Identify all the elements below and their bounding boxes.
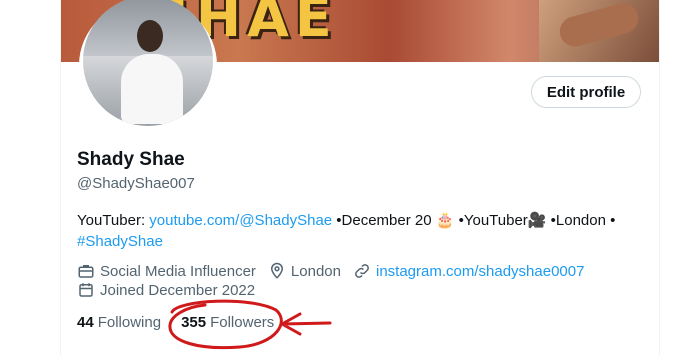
link-icon [355,264,369,278]
calendar-icon [79,283,93,297]
profile-name: Shady Shae [77,149,185,170]
following-link[interactable]: 44 Following [77,314,161,331]
avatar-frame [79,0,217,130]
profile-meta-row-1: Social Media Influencer London instagram… [77,262,596,280]
meta-website-link[interactable]: instagram.com/shadyshae0007 [376,263,584,280]
banner-artwork [539,0,659,62]
bio-details: •December 20 🎂 •YouTuber🎥 •London • [332,212,616,229]
meta-joined: Joined December 2022 [77,281,255,299]
followers-link[interactable]: 355 Followers [181,314,274,331]
right-gutter [659,0,675,355]
meta-location: London [268,262,341,280]
briefcase-icon [78,265,94,278]
bio-hashtag-link[interactable]: #ShadyShae [77,233,163,250]
bio-youtube-link[interactable]: youtube.com/@ShadyShae [149,212,332,229]
bio-prefix: YouTuber: [77,212,150,229]
edit-profile-button[interactable]: Edit profile [531,76,641,108]
followers-count: 355 [181,314,207,331]
profile-bio: YouTuber: youtube.com/@ShadyShae •Decemb… [77,210,647,252]
followers-label: Followers [210,314,275,331]
profile-meta-row-2: Joined December 2022 [77,281,267,299]
location-pin-icon [270,262,283,279]
meta-joined-text: Joined December 2022 [100,281,256,299]
left-gutter [0,0,61,355]
meta-category-text: Social Media Influencer [100,262,256,280]
following-count: 44 [77,314,94,331]
profile-handle: @ShadyShae007 [77,175,195,192]
meta-category: Social Media Influencer [77,262,256,280]
follow-stats: 44 Following 355 Followers [77,314,294,331]
meta-location-text: London [290,262,341,280]
avatar[interactable] [83,0,213,126]
meta-website[interactable]: instagram.com/shadyshae0007 [353,262,584,280]
following-label: Following [97,314,162,331]
